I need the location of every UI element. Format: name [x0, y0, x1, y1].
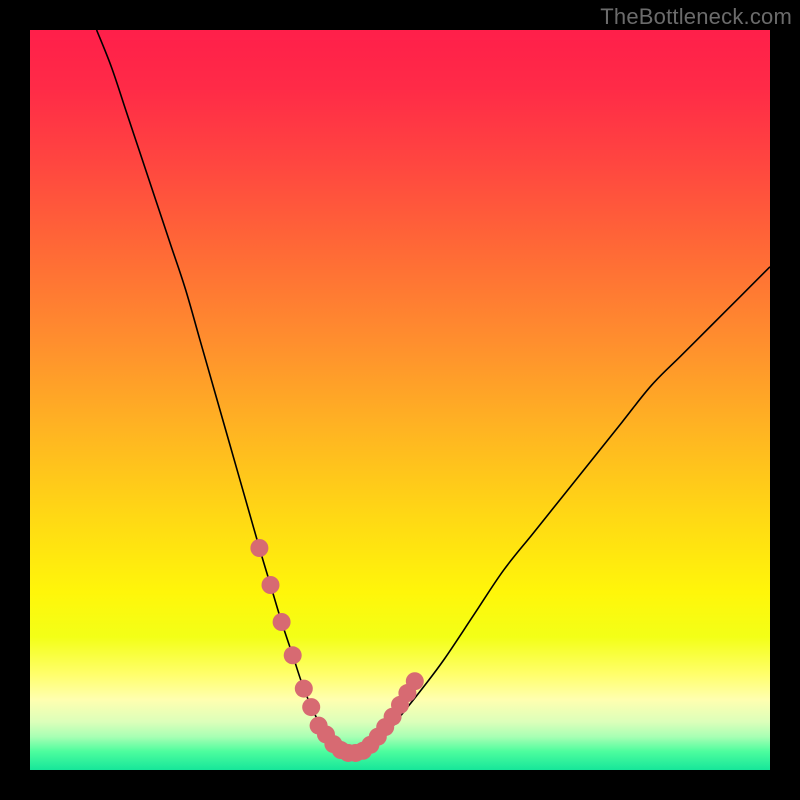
- highlight-markers: [30, 30, 770, 770]
- curve-marker: [262, 576, 280, 594]
- curve-marker: [302, 698, 320, 716]
- curve-marker: [273, 613, 291, 631]
- curve-marker: [250, 539, 268, 557]
- curve-marker: [406, 672, 424, 690]
- plot-area: [30, 30, 770, 770]
- attribution-text: TheBottleneck.com: [600, 4, 792, 30]
- chart-stage: TheBottleneck.com: [0, 0, 800, 800]
- curve-marker: [295, 680, 313, 698]
- curve-marker: [284, 646, 302, 664]
